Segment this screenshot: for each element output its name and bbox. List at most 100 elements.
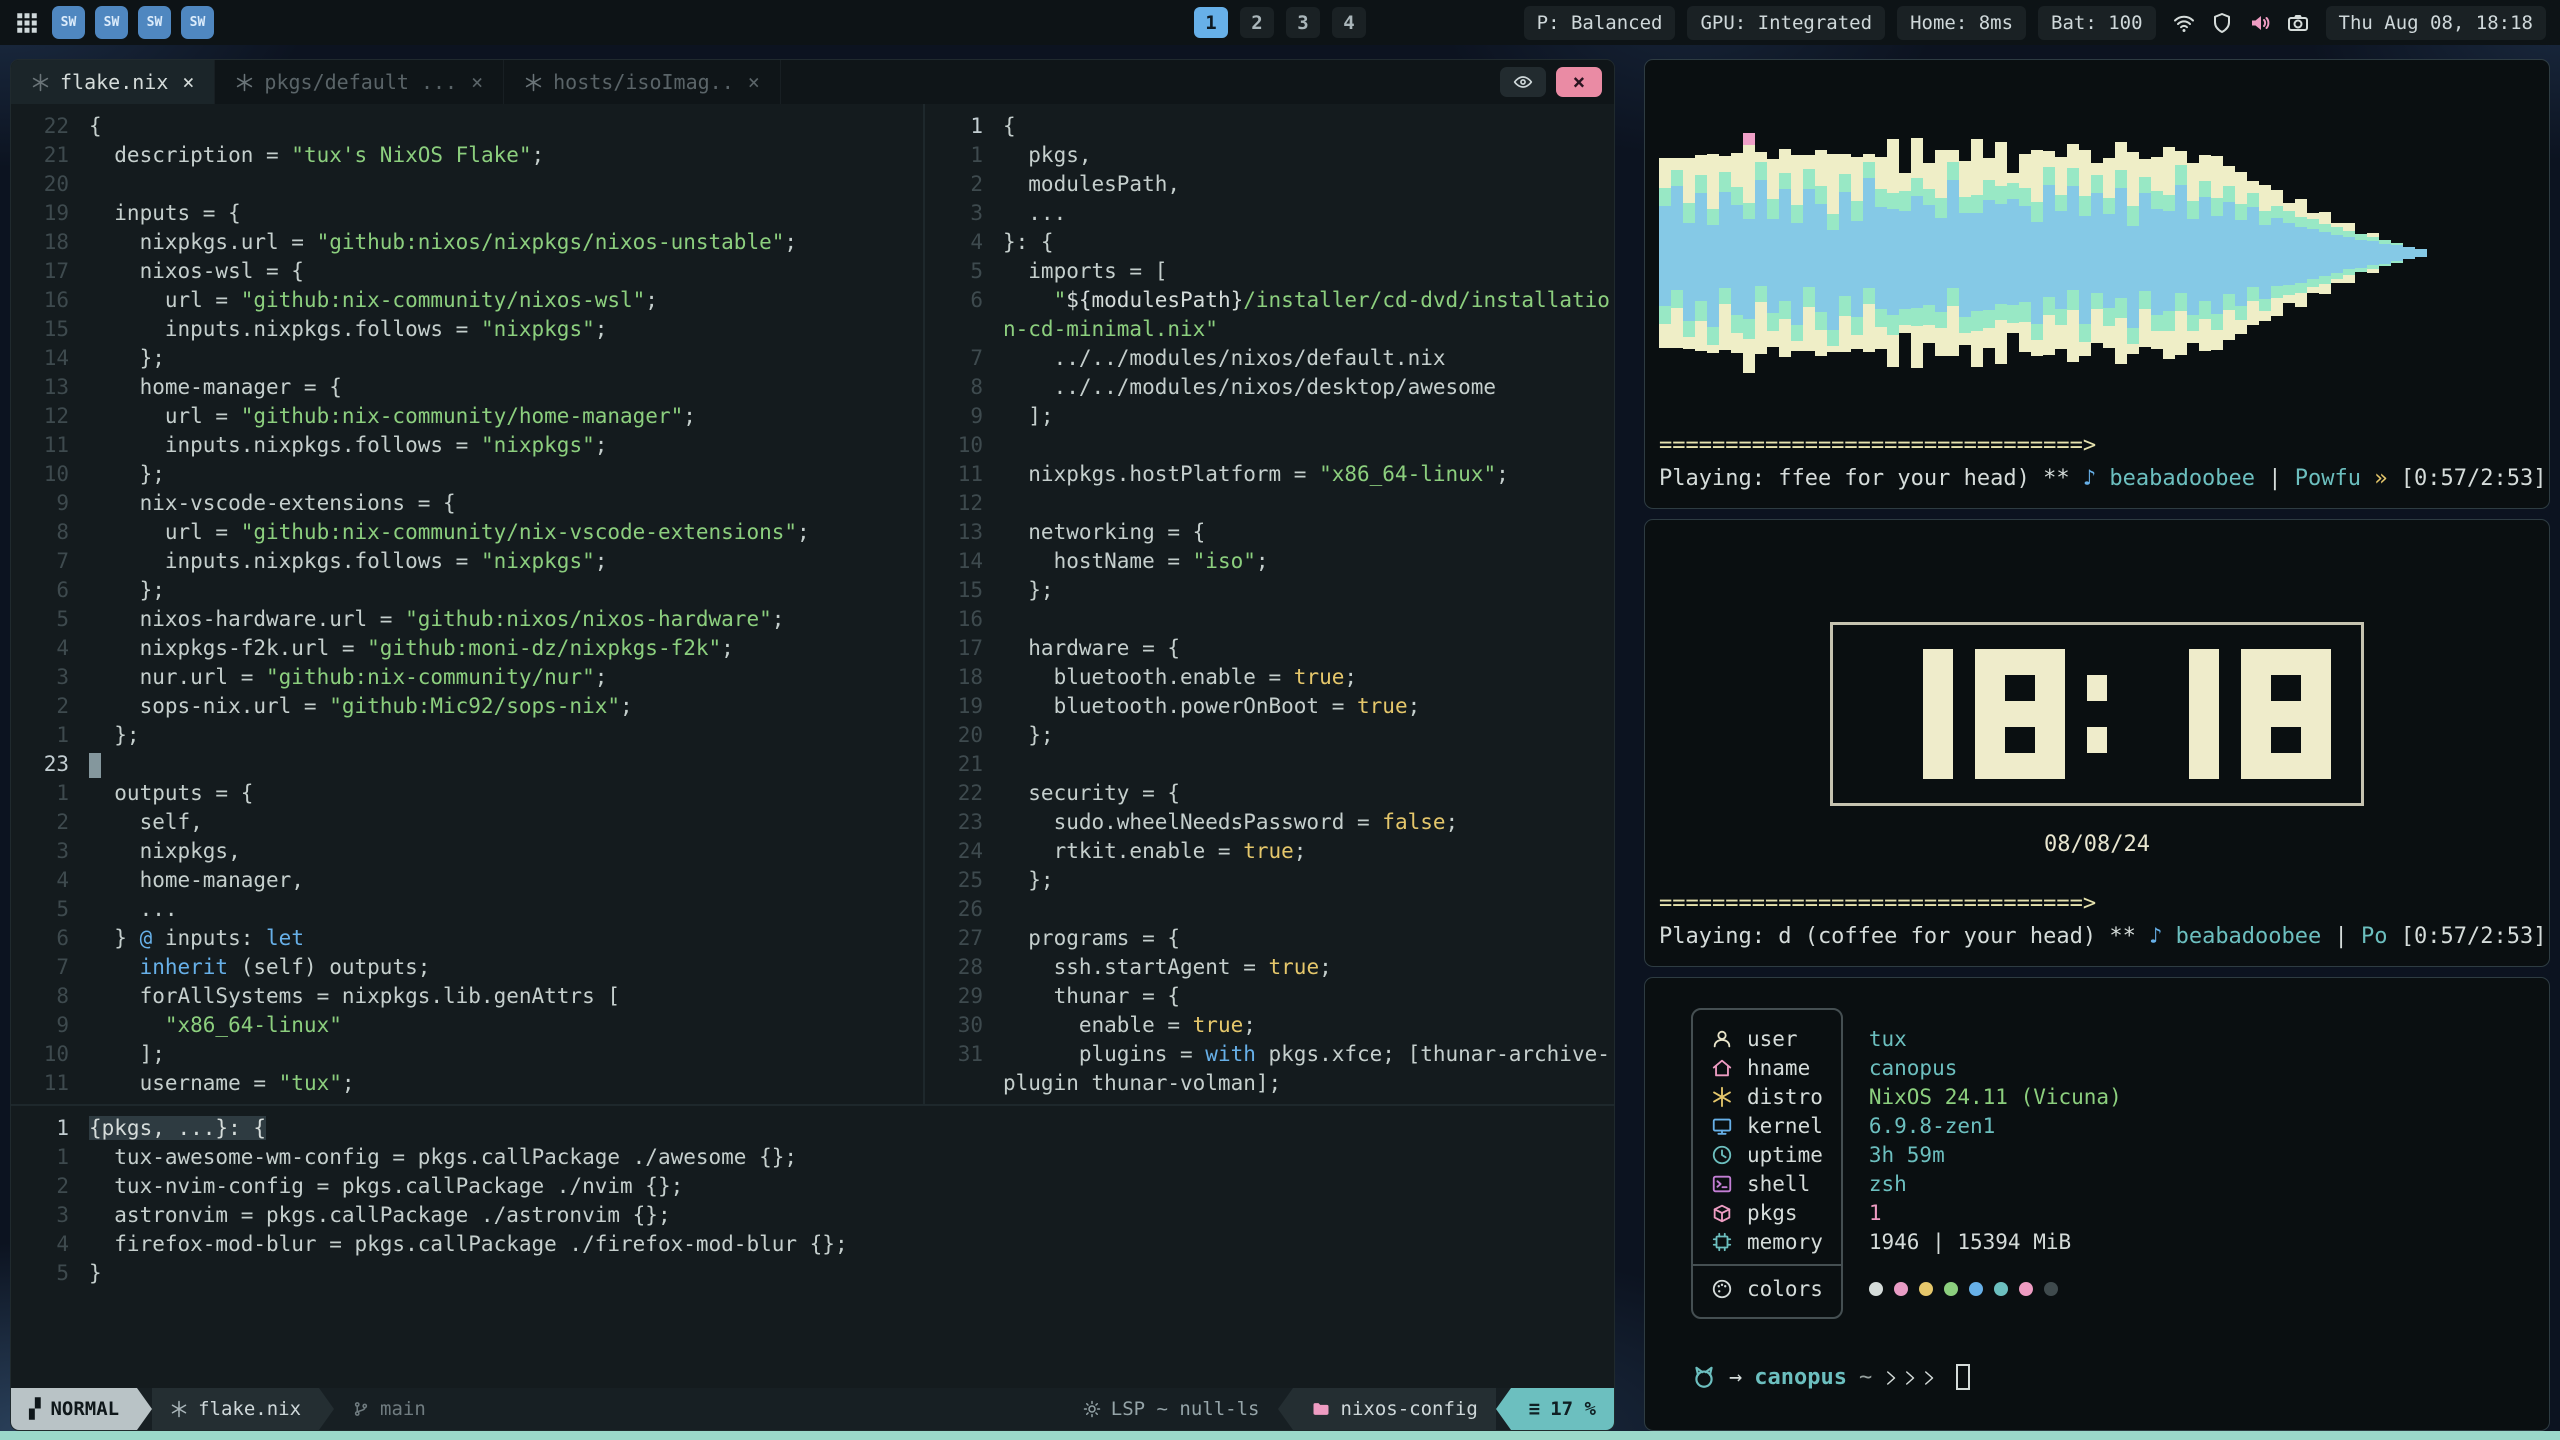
code-pane-flake[interactable]: 22{21 description = "tux's NixOS Flake";… <box>11 104 923 1104</box>
code-line: 26 <box>925 895 1614 924</box>
tab-close-icon[interactable]: × <box>748 70 760 94</box>
fetch-row: distro <box>1711 1082 1823 1111</box>
audio-visualizer-window[interactable]: ================================> Playin… <box>1644 59 2550 509</box>
code-line: 5} <box>11 1259 1614 1288</box>
digital-clock <box>1830 622 2364 806</box>
code-line: 21 description = "tux's NixOS Flake"; <box>11 141 923 170</box>
fetch-value: zsh <box>1869 1169 2122 1198</box>
package-icon <box>1711 1202 1733 1224</box>
code-pane-overlay[interactable]: 1{pkgs, ...}: {1 tux-awesome-wm-config =… <box>11 1106 1614 1388</box>
code-line: 14 }; <box>11 344 923 373</box>
fetch-row: hname <box>1711 1053 1823 1082</box>
mode-indicator: ▞NORMAL <box>11 1388 137 1430</box>
code-line: plugin thunar-volman]; <box>925 1069 1614 1098</box>
code-pane-iso[interactable]: 1{1 pkgs,2 modulesPath,3 ...4}: {5 impor… <box>925 104 1614 1104</box>
toggle-view-button[interactable] <box>1500 67 1546 97</box>
statusline: ▞NORMAL flake.nix main LSP ~ null-ls nix… <box>11 1388 1614 1430</box>
code-line: 8 url = "github:nix-community/nix-vscode… <box>11 518 923 547</box>
close-window-button[interactable]: × <box>1556 67 1602 97</box>
code-line: 21 <box>925 750 1614 779</box>
tab-close-icon[interactable]: × <box>471 70 483 94</box>
code-line: 19 inputs = { <box>11 199 923 228</box>
code-line: 11 inputs.nixpkgs.follows = "nixpkgs"; <box>11 431 923 460</box>
workspace-button-1[interactable]: 1 <box>1194 7 1228 38</box>
workspace-switcher: 1234 <box>1194 7 1366 38</box>
code-line: 15 }; <box>925 576 1614 605</box>
code-line: 22{ <box>11 112 923 141</box>
branch-icon <box>352 1400 370 1418</box>
volume-icon[interactable] <box>2248 11 2272 35</box>
code-line: 30 enable = true; <box>925 1011 1614 1040</box>
buffer-tab[interactable]: pkgs/default ...× <box>215 60 504 104</box>
workspace-tag[interactable]: SW <box>138 6 171 39</box>
prompt-hostname: canopus <box>1754 1365 1847 1390</box>
code-line: 9 "x86_64-linux" <box>11 1011 923 1040</box>
workspace-tag[interactable]: SW <box>181 6 214 39</box>
terminal-color-dots <box>1869 1282 2058 1296</box>
code-line: 13 networking = { <box>925 518 1614 547</box>
code-line: 20 <box>11 170 923 199</box>
now-playing-text: Playing: ffee for your head) ** ♪ beabad… <box>1659 464 2535 494</box>
separator-line: ================================> <box>1659 890 2535 918</box>
editor-cursor <box>89 753 101 778</box>
palette-icon <box>1711 1278 1733 1300</box>
shell-prompt[interactable]: →canopus~ <box>1691 1364 1970 1390</box>
clock-widget: Thu Aug 08, 18:18 <box>2326 6 2546 40</box>
person-icon <box>1711 1028 1733 1050</box>
code-line: 5 imports = [ <box>925 257 1614 286</box>
buffer-tab[interactable]: hosts/isoImag..× <box>504 60 781 104</box>
workspace-button-3[interactable]: 3 <box>1286 7 1320 38</box>
now-playing-text: Playing: d (coffee for your head) ** ♪ b… <box>1659 922 2535 952</box>
top-bar: SWSWSWSW 1234 P: BalancedGPU: Integrated… <box>0 0 2560 45</box>
workspace-tag[interactable]: SW <box>52 6 85 39</box>
eye-icon <box>1513 72 1533 92</box>
workspace-tag[interactable]: SW <box>95 6 128 39</box>
network-icon[interactable] <box>2172 11 2196 35</box>
code-line: 16 url = "github:nix-community/nixos-wsl… <box>11 286 923 315</box>
shell-icon <box>1711 1173 1733 1195</box>
code-line: 12 <box>925 489 1614 518</box>
code-line: 31 plugins = with pkgs.xfce; [thunar-arc… <box>925 1040 1614 1069</box>
status-pill: Home: 8ms <box>1897 6 2026 40</box>
code-line: 7 ../../modules/nixos/default.nix <box>925 344 1614 373</box>
gear-icon <box>1083 1400 1101 1418</box>
system-fetch-window[interactable]: userhnamedistrokerneluptimeshellpkgsmemo… <box>1644 977 2550 1431</box>
code-line: 3 nixpkgs, <box>11 837 923 866</box>
tab-close-icon[interactable]: × <box>182 70 194 94</box>
code-line: 4}: { <box>925 228 1614 257</box>
code-line: 12 url = "github:nix-community/home-mana… <box>11 402 923 431</box>
code-line: 6 } @ inputs: let <box>11 924 923 953</box>
code-line: 3 astronvim = pkgs.callPackage ./astronv… <box>11 1201 1614 1230</box>
fetch-value: 1 <box>1869 1198 2122 1227</box>
code-line: 25 }; <box>925 866 1614 895</box>
code-line: 13 home-manager = { <box>11 373 923 402</box>
fetch-value: 6.9.8-zen1 <box>1869 1111 2122 1140</box>
code-line: 3 ... <box>925 199 1614 228</box>
workspace-button-2[interactable]: 2 <box>1240 7 1274 38</box>
clock-date: 08/08/24 <box>2044 832 2150 857</box>
buffer-tabline: flake.nix×pkgs/default ...×hosts/isoImag… <box>11 60 1614 104</box>
chevron-icon <box>1884 1368 1902 1386</box>
code-line: 5 nixos-hardware.url = "github:nixos/nix… <box>11 605 923 634</box>
code-line: 10 <box>925 431 1614 460</box>
fetch-row: uptime <box>1711 1140 1823 1169</box>
shield-icon[interactable] <box>2210 11 2234 35</box>
code-line: 11 nixpkgs.hostPlatform = "x86_64-linux"… <box>925 460 1614 489</box>
workspace-button-4[interactable]: 4 <box>1332 7 1366 38</box>
code-line: 4 firefox-mod-blur = pkgs.callPackage ./… <box>11 1230 1614 1259</box>
code-line: 2 modulesPath, <box>925 170 1614 199</box>
buffer-tab[interactable]: flake.nix× <box>11 60 215 104</box>
fetch-value: 3h 59m <box>1869 1140 2122 1169</box>
code-line: 17 nixos-wsl = { <box>11 257 923 286</box>
code-line: 6 "${modulesPath}/installer/cd-dvd/insta… <box>925 286 1614 315</box>
code-line: 3 nur.url = "github:nix-community/nur"; <box>11 663 923 692</box>
code-line: 9 nix-vscode-extensions = { <box>11 489 923 518</box>
fetch-value: tux <box>1869 1024 2122 1053</box>
code-line: 2 self, <box>11 808 923 837</box>
launcher-icon[interactable] <box>14 10 40 36</box>
screenshot-icon[interactable] <box>2286 11 2310 35</box>
fetch-value: canopus <box>1869 1053 2122 1082</box>
code-line: 19 bluetooth.powerOnBoot = true; <box>925 692 1614 721</box>
clock-terminal-window[interactable]: 08/08/24 ===============================… <box>1644 519 2550 967</box>
code-line: 1 tux-awesome-wm-config = pkgs.callPacka… <box>11 1143 1614 1172</box>
